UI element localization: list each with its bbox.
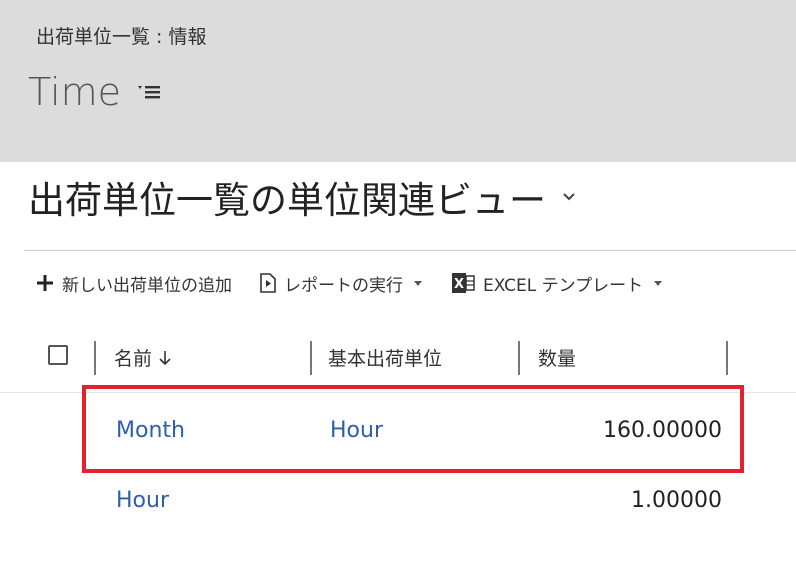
breadcrumb: 出荷単位一覧 : 情報 (36, 26, 207, 48)
record-name: Time (28, 70, 121, 114)
column-separator (726, 341, 728, 375)
record-title: Time (28, 70, 161, 114)
column-quantity-label: 数量 (538, 348, 577, 370)
view-selector[interactable]: 出荷単位一覧の単位関連ビュー (28, 170, 576, 224)
report-icon (260, 273, 276, 293)
run-report-label: レポートの実行 (284, 275, 403, 296)
chevron-down-icon[interactable] (562, 192, 576, 202)
column-header-name[interactable]: 名前 (114, 344, 172, 371)
divider (24, 250, 796, 251)
caret-down-icon (413, 279, 423, 287)
grid-header: 名前 基本出荷単位 数量 (0, 324, 796, 393)
table-row[interactable]: Hour 1.00000 (0, 466, 796, 536)
column-name-label: 名前 (114, 348, 153, 370)
menu-icon[interactable] (137, 83, 161, 101)
row-quantity: 1.00000 (631, 488, 722, 513)
plus-icon (36, 274, 54, 292)
highlight-box (82, 385, 744, 473)
excel-template-label: EXCEL テンプレート (483, 275, 644, 296)
command-bar: 新しい出荷単位の追加 レポートの実行 X EXCEL テンプレート (36, 266, 663, 300)
column-header-base-unit[interactable]: 基本出荷単位 (328, 344, 442, 371)
add-shipping-unit-label: 新しい出荷単位の追加 (62, 275, 232, 296)
run-report-button[interactable]: レポートの実行 (260, 271, 423, 296)
select-all-checkbox[interactable] (48, 345, 68, 365)
record-header: 出荷単位一覧 : 情報 Time (0, 0, 796, 162)
svg-text:X: X (454, 277, 464, 292)
column-separator (518, 341, 520, 375)
excel-template-button[interactable]: X EXCEL テンプレート (451, 271, 663, 296)
row-name-link[interactable]: Hour (116, 488, 169, 513)
sort-down-arrow-icon (158, 350, 172, 366)
column-base-unit-label: 基本出荷単位 (328, 348, 443, 370)
column-separator (94, 341, 96, 375)
excel-icon: X (451, 272, 475, 294)
caret-down-icon (653, 279, 663, 287)
column-header-quantity[interactable]: 数量 (538, 344, 576, 371)
add-shipping-unit-button[interactable]: 新しい出荷単位の追加 (36, 271, 232, 296)
column-separator (310, 341, 312, 375)
view-title: 出荷単位一覧の単位関連ビュー (28, 179, 546, 222)
